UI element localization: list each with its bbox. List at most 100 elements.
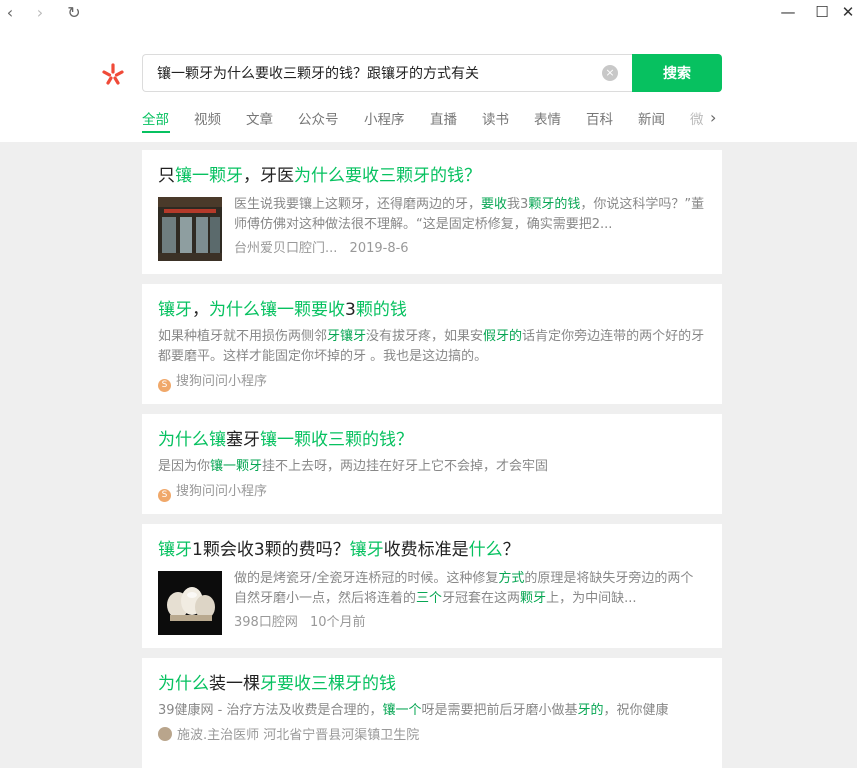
tab-8[interactable]: 百科 bbox=[586, 108, 613, 128]
text-segment: 收费标准是 bbox=[383, 540, 469, 560]
active-tab-indicator bbox=[142, 131, 170, 133]
highlight-text: 为什么镶 bbox=[158, 430, 226, 450]
result-snippet: 是因为你镶一颗牙挂不上去呀，两边挂在好牙上它不会掉，才会牢固 bbox=[158, 457, 706, 477]
highlight-text: 颗牙的钱 bbox=[528, 197, 581, 212]
highlight-text: 什么 bbox=[468, 540, 503, 560]
tab-5[interactable]: 直播 bbox=[430, 108, 457, 128]
text-segment: 装一棵 bbox=[209, 674, 260, 694]
text-segment: 3 bbox=[345, 300, 356, 320]
highlight-text: 方式 bbox=[498, 571, 525, 586]
search-button[interactable]: 搜索 bbox=[632, 54, 722, 92]
refresh-icon[interactable]: ↻ bbox=[64, 2, 84, 22]
highlight-text: 镶一颗牙 bbox=[175, 166, 243, 186]
result-card-1[interactable]: 只镶一颗牙，牙医为什么要收三颗牙的钱？ 医生说我要镶上这颗牙，还得磨两边的牙，要… bbox=[142, 150, 722, 274]
text-segment: ，祝你健康 bbox=[603, 703, 669, 718]
text-segment: 39健康网 - 治疗方法及收费是合理的， bbox=[158, 703, 383, 718]
highlight-text: 为什么要收三颗牙的钱？ bbox=[294, 166, 481, 186]
result-title[interactable]: 镶牙1颗会收3颗的费吗？镶牙收费标准是什么？ bbox=[158, 538, 706, 562]
highlight-text: 颗的钱 bbox=[355, 300, 407, 320]
result-date: 2019-8-6 bbox=[349, 241, 409, 256]
tabs-more-icon[interactable]: › bbox=[710, 108, 716, 127]
text-segment: 我3 bbox=[507, 197, 529, 212]
highlight-text: 为什么镶一颗要收 bbox=[209, 300, 345, 320]
highlight-text: 三个 bbox=[416, 591, 443, 606]
miniprogram-badge-icon: S bbox=[158, 489, 171, 502]
result-snippet: 做的是烤瓷牙/全瓷牙连桥冠的时候。这种修复方式的原理是将缺失牙旁边的两个自然牙磨… bbox=[234, 569, 706, 609]
forward-icon[interactable]: › bbox=[30, 2, 50, 22]
result-meta: S 搜狗问问小程序 bbox=[158, 373, 706, 392]
text-segment: 只 bbox=[158, 166, 175, 186]
result-date: 10个月前 bbox=[309, 615, 366, 630]
text-segment: 呀是需要把前后牙磨小做基 bbox=[421, 703, 578, 718]
tab-1[interactable]: 视频 bbox=[194, 108, 221, 128]
highlight-text: 镶一颗收三颗的钱？ bbox=[260, 430, 413, 450]
tab-0[interactable]: 全部 bbox=[142, 108, 169, 128]
search-logo-icon bbox=[102, 63, 124, 85]
result-card-4[interactable]: 镶牙1颗会收3颗的费吗？镶牙收费标准是什么？ 做的是烤瓷牙/全瓷牙连桥冠的时候。… bbox=[142, 524, 722, 648]
highlight-text: 镶牙 bbox=[158, 540, 192, 560]
highlight-text: 镶一个 bbox=[382, 703, 422, 718]
tab-3[interactable]: 公众号 bbox=[298, 108, 339, 128]
text-segment: ，牙医 bbox=[243, 166, 294, 186]
result-meta: 398口腔网 10个月前 bbox=[234, 614, 366, 632]
result-snippet: 医生说我要镶上这颗牙，还得磨两边的牙，要收我3颗牙的钱，你说这科学吗？”董师傅仿… bbox=[234, 195, 706, 235]
text-segment: 没有拔牙疼，如果安 bbox=[366, 329, 484, 344]
highlight-text: 牙的钱 bbox=[345, 674, 396, 694]
result-source: 施波.主治医师 河北省宁晋县河渠镇卫生院 bbox=[177, 728, 420, 743]
search-box: × bbox=[142, 54, 632, 92]
result-snippet: 如果种植牙就不用损伤两侧邻牙镶牙没有拔牙疼，如果安假牙的话肯定你旁边连带的两个好… bbox=[158, 327, 706, 367]
tab-2[interactable]: 文章 bbox=[246, 108, 273, 128]
highlight-text: 颗牙 bbox=[520, 591, 547, 606]
result-meta: 台州爱贝口腔门... 2019-8-6 bbox=[234, 240, 409, 258]
result-source: 398口腔网 bbox=[234, 615, 298, 630]
result-card-5[interactable]: 为什么装一棵牙要收三棵牙的钱 39健康网 - 治疗方法及收费是合理的，镶一个呀是… bbox=[142, 658, 722, 768]
highlight-text: 镶牙 bbox=[158, 300, 192, 320]
browser-toolbar: ‹ › ↻ — ☐ ✕ bbox=[0, 0, 857, 24]
text-segment: ， bbox=[192, 300, 209, 320]
search-input[interactable] bbox=[157, 55, 597, 91]
clear-search-icon[interactable]: × bbox=[602, 65, 618, 81]
result-card-2[interactable]: 镶牙，为什么镶一颗要收3颗的钱 如果种植牙就不用损伤两侧邻牙镶牙没有拔牙疼，如果… bbox=[142, 284, 722, 404]
result-title[interactable]: 为什么装一棵牙要收三棵牙的钱 bbox=[158, 672, 706, 696]
highlight-text: 镶一颗牙 bbox=[210, 459, 263, 474]
tab-9[interactable]: 新闻 bbox=[638, 108, 665, 128]
text-segment: 医生说我要镶上这颗牙，还得磨两边的牙， bbox=[234, 197, 482, 212]
result-thumbnail[interactable] bbox=[158, 571, 222, 635]
tab-4[interactable]: 小程序 bbox=[364, 108, 405, 128]
tab-7[interactable]: 表情 bbox=[534, 108, 561, 128]
highlight-text: 镶牙 bbox=[349, 540, 384, 560]
highlight-text: 牙镶牙 bbox=[327, 329, 367, 344]
close-icon[interactable]: ✕ bbox=[838, 2, 857, 22]
highlight-text: 为什么 bbox=[158, 674, 209, 694]
maximize-icon[interactable]: ☐ bbox=[812, 2, 832, 22]
text-segment: 是因为你 bbox=[158, 459, 211, 474]
text-segment: 挂不上去呀，两边挂在好牙上它不会掉，才会牢固 bbox=[262, 459, 549, 474]
text-segment: 1颗会收3颗的费吗？ bbox=[192, 540, 350, 560]
highlight-text: 假牙的 bbox=[483, 329, 523, 344]
result-source: 台州爱贝口腔门... bbox=[234, 241, 338, 256]
text-segment: 做的是烤瓷牙/全瓷牙连桥冠的时候。这种修复 bbox=[234, 571, 499, 586]
miniprogram-badge-icon: S bbox=[158, 379, 171, 392]
tab-6[interactable]: 读书 bbox=[482, 108, 509, 128]
result-meta: S 搜狗问问小程序 bbox=[158, 483, 706, 502]
result-card-3[interactable]: 为什么镶塞牙镶一颗收三颗的钱？ 是因为你镶一颗牙挂不上去呀，两边挂在好牙上它不会… bbox=[142, 414, 722, 514]
highlight-text: 牙的 bbox=[577, 703, 604, 718]
result-title[interactable]: 为什么镶塞牙镶一颗收三颗的钱？ bbox=[158, 428, 706, 452]
back-icon[interactable]: ‹ bbox=[0, 2, 20, 22]
minimize-icon[interactable]: — bbox=[778, 2, 798, 22]
text-segment: 牙冠套在这两 bbox=[442, 591, 521, 606]
result-source: 搜狗问问小程序 bbox=[176, 484, 268, 499]
result-meta: 施波.主治医师 河北省宁晋县河渠镇卫生院 bbox=[158, 727, 706, 745]
text-segment: 如果种植牙就不用损伤两侧邻 bbox=[158, 329, 328, 344]
highlight-text: 牙要收三棵 bbox=[260, 674, 345, 694]
result-title[interactable]: 只镶一颗牙，牙医为什么要收三颗牙的钱？ bbox=[158, 164, 706, 188]
text-segment: 上，为中间缺... bbox=[546, 591, 637, 606]
tab-10[interactable]: 微 bbox=[690, 108, 708, 128]
result-source: 搜狗问问小程序 bbox=[176, 374, 268, 389]
text-segment: ？ bbox=[502, 540, 520, 560]
result-title[interactable]: 镶牙，为什么镶一颗要收3颗的钱 bbox=[158, 298, 706, 322]
result-thumbnail[interactable] bbox=[158, 197, 222, 261]
highlight-text: 要收 bbox=[481, 197, 508, 212]
result-snippet: 39健康网 - 治疗方法及收费是合理的，镶一个呀是需要把前后牙磨小做基牙的，祝你… bbox=[158, 701, 706, 721]
text-segment: 塞牙 bbox=[226, 430, 260, 450]
